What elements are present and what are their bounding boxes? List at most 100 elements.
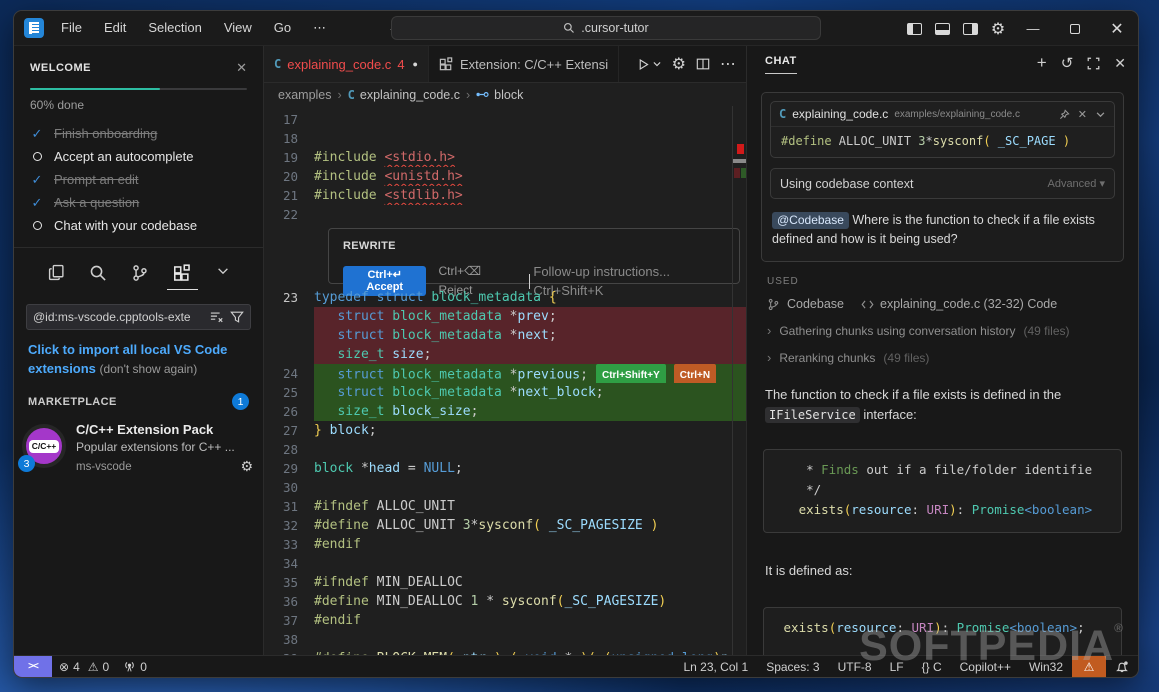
extensions-search-input[interactable]: @id:ms-vscode.cpptools-exte bbox=[26, 304, 251, 330]
welcome-item[interactable]: ✓Prompt an edit bbox=[30, 168, 247, 191]
remove-context-icon[interactable]: ✕ bbox=[1078, 108, 1087, 121]
menu-file[interactable]: File bbox=[52, 17, 91, 39]
status-item[interactable]: Win32 bbox=[1020, 660, 1072, 674]
gathering-chunks-row[interactable]: › Gathering chunks using conversation hi… bbox=[767, 323, 1118, 338]
expand-chat-icon[interactable] bbox=[1087, 57, 1100, 70]
extension-list-item[interactable]: C/C++ 3 C/C++ Extension Pack Popular ext… bbox=[22, 422, 253, 475]
settings-gear-icon[interactable]: ⚙ bbox=[984, 11, 1012, 46]
editor-settings-gear-icon[interactable]: ⚙ bbox=[672, 54, 686, 74]
tab-modified-dot[interactable]: ● bbox=[413, 59, 418, 69]
code-line[interactable]: struct block_metadata *next; bbox=[264, 326, 746, 345]
welcome-item[interactable]: ✓Finish onboarding bbox=[30, 122, 247, 145]
toggle-panel-icon[interactable] bbox=[928, 11, 956, 46]
code-line[interactable]: 22 bbox=[264, 205, 746, 224]
code-line[interactable]: 25 struct block_metadata *next_block; bbox=[264, 383, 746, 402]
problems-indicator[interactable]: ⊗4 ⚠0 bbox=[52, 660, 116, 674]
chat-history-icon[interactable]: ↺ bbox=[1061, 54, 1074, 72]
code-line[interactable]: 36#define MIN_DEALLOC 1 * sysconf(_SC_PA… bbox=[264, 592, 746, 611]
context-file-chip[interactable]: C explaining_code.c examples/explaining_… bbox=[770, 101, 1115, 158]
status-item[interactable]: UTF-8 bbox=[829, 660, 881, 674]
menu-go[interactable]: Go bbox=[265, 17, 300, 39]
code-line[interactable]: 23typedef struct block_metadata { bbox=[264, 288, 746, 307]
source-control-icon[interactable] bbox=[131, 264, 149, 288]
tab-extension[interactable]: Extension: C/C++ Extensi bbox=[429, 46, 619, 82]
window-maximize-button[interactable] bbox=[1054, 11, 1096, 46]
welcome-item[interactable]: ✓Ask a question bbox=[30, 191, 247, 214]
code-line[interactable]: 28 bbox=[264, 440, 746, 459]
code-line[interactable]: 20#include <unistd.h> bbox=[264, 167, 746, 186]
ports-indicator[interactable]: 0 bbox=[116, 660, 154, 674]
toggle-secondary-sidebar-icon[interactable] bbox=[956, 11, 984, 46]
import-extensions-link-wrap: Click to import all local VS Code extens… bbox=[28, 340, 249, 379]
welcome-item[interactable]: Chat with your codebase bbox=[30, 214, 247, 237]
status-item[interactable]: LF bbox=[881, 660, 913, 674]
pin-icon[interactable] bbox=[1059, 109, 1070, 120]
reranking-chunks-row[interactable]: › Reranking chunks (49 files) bbox=[767, 350, 1118, 365]
breadcrumb[interactable]: examples› Cexplaining_code.c› block bbox=[264, 83, 746, 106]
search-icon[interactable] bbox=[89, 264, 107, 288]
used-codebase-row[interactable]: Codebase explaining_code.c (32-32) Code bbox=[767, 297, 1118, 311]
code-line[interactable]: 19#include <stdio.h> bbox=[264, 148, 746, 167]
close-chat-icon[interactable]: ✕ bbox=[1114, 55, 1126, 72]
chat-tab[interactable]: CHAT bbox=[765, 55, 797, 71]
status-item[interactable]: Spaces: 3 bbox=[757, 660, 828, 674]
menu-edit[interactable]: Edit bbox=[95, 17, 135, 39]
advanced-dropdown[interactable]: Advanced ▾ bbox=[1047, 177, 1105, 190]
status-item[interactable]: Ln 23, Col 1 bbox=[674, 660, 757, 674]
code-line[interactable]: 29block *head = NULL; bbox=[264, 459, 746, 478]
extension-logo: C/C++ 3 bbox=[22, 424, 66, 468]
code-line[interactable]: 37#endif bbox=[264, 611, 746, 630]
inline-shortcut-badge[interactable]: Ctrl+N bbox=[674, 364, 716, 383]
notifications-bell-icon[interactable] bbox=[1106, 660, 1138, 674]
welcome-close-icon[interactable]: ✕ bbox=[236, 60, 247, 76]
answer-code-block-2[interactable]: exists(resource: URI): Promise<boolean>; bbox=[763, 607, 1122, 655]
run-debug-button[interactable] bbox=[637, 58, 662, 71]
command-search-box[interactable]: .cursor-tutor bbox=[391, 16, 821, 40]
code-line[interactable]: 33#endif bbox=[264, 535, 746, 554]
ruler-scroll-position[interactable] bbox=[733, 159, 746, 163]
code-editor[interactable]: 171819#include <stdio.h>20#include <unis… bbox=[264, 106, 746, 655]
code-line[interactable]: struct block_metadata *prev; bbox=[264, 307, 746, 326]
code-line[interactable]: 32#define ALLOC_UNIT 3*sysconf( _SC_PAGE… bbox=[264, 516, 746, 535]
dont-show-again-note[interactable]: (don't show again) bbox=[100, 362, 198, 376]
menu-more[interactable]: ⋯ bbox=[304, 17, 335, 39]
new-chat-icon[interactable]: + bbox=[1037, 53, 1047, 73]
code-line[interactable]: 18 bbox=[264, 129, 746, 148]
window-minimize-button[interactable]: — bbox=[1012, 11, 1054, 46]
tab-explaining-code[interactable]: C explaining_code.c 4 ● bbox=[264, 46, 429, 82]
menu-view[interactable]: View bbox=[215, 17, 261, 39]
answer-code-block-1[interactable]: * Finds out if a file/folder identifie *… bbox=[763, 449, 1122, 533]
extensions-icon[interactable] bbox=[173, 264, 192, 288]
code-line[interactable]: 21#include <stdlib.h> bbox=[264, 186, 746, 205]
code-line[interactable]: 35#ifndef MIN_DEALLOC bbox=[264, 573, 746, 592]
status-item[interactable]: {} C bbox=[913, 660, 951, 674]
remote-indicator-button[interactable]: >< bbox=[14, 656, 52, 678]
code-line[interactable]: 17 bbox=[264, 110, 746, 129]
more-actions-icon[interactable]: ⋯ bbox=[720, 54, 736, 74]
code-line[interactable]: 31#ifndef ALLOC_UNIT bbox=[264, 497, 746, 516]
code-line[interactable]: 30 bbox=[264, 478, 746, 497]
code-line[interactable]: 24 struct block_metadata *previous;Ctrl+… bbox=[264, 364, 746, 383]
clear-search-icon[interactable] bbox=[210, 310, 224, 324]
window-close-button[interactable]: ✕ bbox=[1096, 11, 1138, 46]
menu-selection[interactable]: Selection bbox=[139, 17, 210, 39]
status-warning-badge[interactable]: ⚠ bbox=[1072, 656, 1106, 678]
overview-ruler[interactable] bbox=[732, 106, 746, 655]
chevron-down-icon[interactable] bbox=[216, 264, 230, 288]
copy-files-icon[interactable] bbox=[48, 264, 65, 288]
chevron-down-icon[interactable] bbox=[1095, 109, 1106, 120]
code-line[interactable]: size_t size; bbox=[264, 345, 746, 364]
code-line[interactable]: 27} block; bbox=[264, 421, 746, 440]
codebase-context-toggle[interactable]: Using codebase context Advanced ▾ bbox=[770, 168, 1115, 199]
inline-shortcut-badge[interactable]: Ctrl+Shift+Y bbox=[596, 364, 666, 383]
code-line[interactable]: 26 size_t block_size; bbox=[264, 402, 746, 421]
code-line[interactable]: 38 bbox=[264, 630, 746, 649]
extension-gear-icon[interactable]: ⚙ bbox=[240, 458, 253, 475]
filter-icon[interactable] bbox=[230, 310, 244, 324]
split-editor-icon[interactable] bbox=[696, 57, 710, 71]
toggle-sidebar-icon[interactable] bbox=[900, 11, 928, 46]
status-item[interactable]: Copilot++ bbox=[951, 660, 1020, 674]
code-line[interactable]: 34 bbox=[264, 554, 746, 573]
codebase-pill[interactable]: @Codebase bbox=[772, 212, 849, 229]
welcome-item[interactable]: Accept an autocomplete bbox=[30, 145, 247, 168]
